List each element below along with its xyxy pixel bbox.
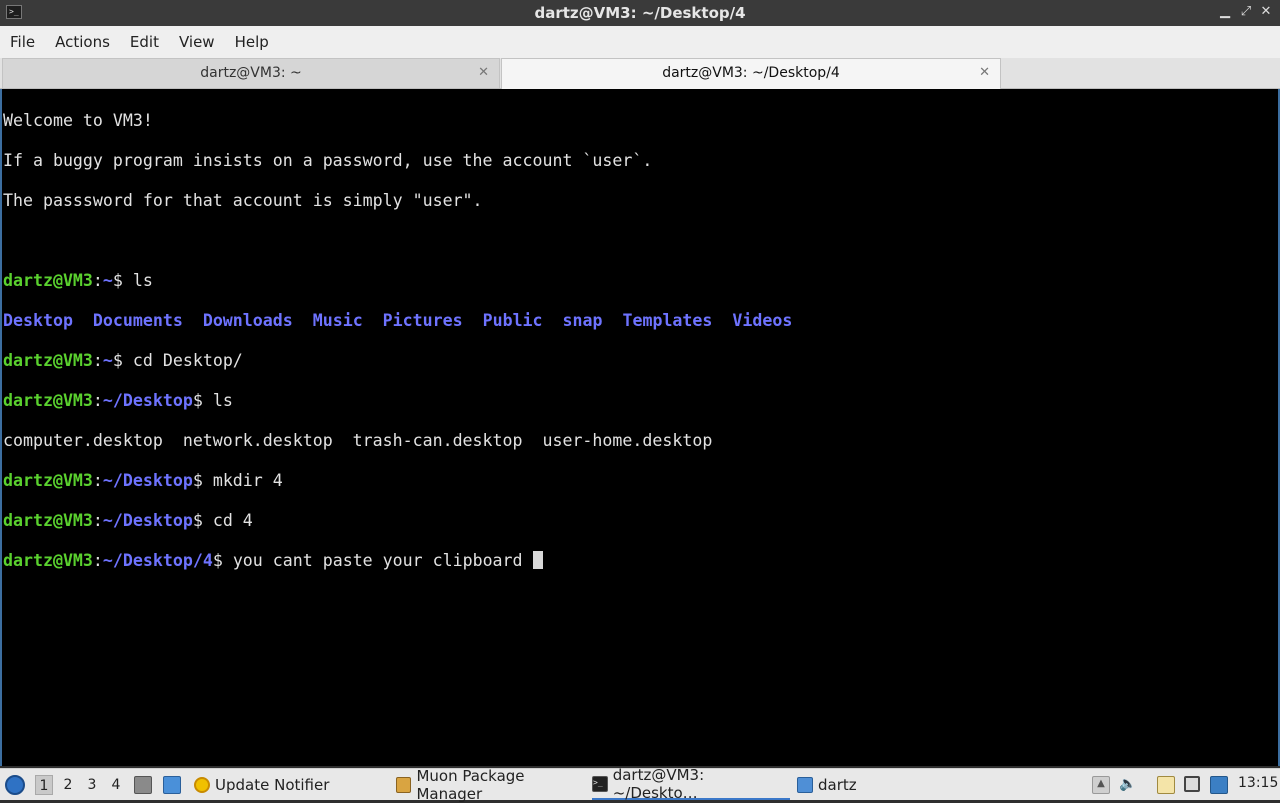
task-muon-package-manager[interactable]: Muon Package Manager (396, 766, 588, 803)
prompt-line: dartz@VM3:~/Desktop$ cd 4 (3, 511, 253, 530)
prompt-path: ~/Desktop/4 (102, 551, 213, 570)
close-icon[interactable]: ✕ (1258, 4, 1274, 19)
tab-home[interactable]: dartz@VM3: ~ ✕ (2, 58, 500, 88)
window-titlebar[interactable]: >_ dartz@VM3: ~/Desktop/4 ▁ ⤢ ✕ (0, 0, 1280, 26)
terminal-output: Welcome to VM3! If a buggy program insis… (3, 91, 792, 611)
dir-entry: Desktop (3, 311, 73, 330)
dir-entry: Pictures (382, 311, 463, 330)
task-label: Muon Package Manager (416, 766, 525, 803)
start-menu-icon[interactable] (5, 775, 25, 795)
ls-output-line: Desktop Documents Downloads Music Pictur… (3, 311, 792, 331)
terminal-line: If a buggy program insists on a password… (3, 151, 653, 170)
prompt-path: ~/Desktop (102, 471, 193, 490)
prompt-path: ~ (102, 351, 113, 370)
terminal-view[interactable]: Welcome to VM3! If a buggy program insis… (0, 89, 1280, 766)
menu-actions[interactable]: Actions (45, 33, 120, 51)
dir-entry: Templates (622, 311, 713, 330)
clock[interactable]: 13:15 (1238, 775, 1278, 791)
dir-entry: Documents (92, 311, 183, 330)
tab-label: dartz@VM3: ~ (200, 65, 302, 81)
prompt-line: dartz@VM3:~$ ls (3, 271, 153, 290)
workspace-2[interactable]: 2 (59, 775, 77, 795)
file-manager-launcher-icon[interactable] (163, 776, 181, 794)
tab-label: dartz@VM3: ~/Desktop/4 (662, 65, 840, 81)
command-input-text[interactable]: you cant paste your clipboard (233, 551, 533, 570)
command-text: mkdir 4 (212, 471, 283, 490)
update-notifier-icon (194, 776, 210, 793)
up-arrow-icon[interactable]: ▲ (1092, 776, 1110, 794)
taskbar: 1 2 3 4 Update Notifier Muon Package Man… (0, 765, 1280, 803)
command-text: ls (212, 391, 233, 410)
prompt-user: dartz@VM3 (3, 391, 93, 410)
tab-bar: dartz@VM3: ~ ✕ dartz@VM3: ~/Desktop/4 ✕ (0, 58, 1280, 89)
folder-icon (797, 776, 813, 793)
tab-close-icon[interactable]: ✕ (478, 59, 489, 87)
maximize-icon[interactable]: ⤢ (1238, 4, 1254, 19)
prompt-user: dartz@VM3 (3, 511, 93, 530)
ls-output-line: computer.desktop network.desktop trash-c… (3, 431, 713, 450)
network-icon[interactable] (1184, 776, 1200, 792)
task-update-notifier[interactable]: Update Notifier (194, 769, 390, 800)
dir-entry: Music (312, 311, 363, 330)
notification-icon[interactable] (1210, 776, 1228, 794)
menu-edit[interactable]: Edit (120, 33, 169, 51)
command-text: cd Desktop/ (132, 351, 243, 370)
prompt-user: dartz@VM3 (3, 471, 93, 490)
prompt-user: dartz@VM3 (3, 271, 93, 290)
workspace-1[interactable]: 1 (35, 775, 53, 795)
menu-help[interactable]: Help (225, 33, 279, 51)
dir-entry: Videos (732, 311, 793, 330)
prompt-line: dartz@VM3:~/Desktop/4$ you cant paste yo… (3, 551, 792, 571)
clipboard-icon[interactable] (1157, 776, 1175, 794)
workspace-3[interactable]: 3 (83, 775, 101, 795)
menu-view[interactable]: View (169, 33, 225, 51)
workspace-4[interactable]: 4 (107, 775, 125, 795)
tab-desktop-4[interactable]: dartz@VM3: ~/Desktop/4 ✕ (501, 58, 1001, 89)
package-manager-icon (396, 776, 412, 793)
prompt-line: dartz@VM3:~/Desktop$ mkdir 4 (3, 471, 283, 490)
task-terminal[interactable]: >_ dartz@VM3: ~/Deskto… (592, 765, 790, 802)
window-title: dartz@VM3: ~/Desktop/4 (534, 4, 746, 22)
tab-close-icon[interactable]: ✕ (979, 59, 990, 87)
task-label: Update Notifier (215, 775, 330, 794)
dir-entry: snap (562, 311, 603, 330)
prompt-user: dartz@VM3 (3, 551, 93, 570)
task-label: dartz@VM3: ~/Deskto… (612, 765, 705, 802)
prompt-user: dartz@VM3 (3, 351, 93, 370)
task-file-manager[interactable]: dartz (797, 769, 887, 800)
terminal-line: The passsword for that account is simply… (3, 191, 483, 210)
menubar: File Actions Edit View Help (0, 26, 1280, 58)
terminal-icon: >_ (592, 775, 608, 792)
prompt-path: ~/Desktop (102, 511, 193, 530)
show-desktop-icon[interactable] (134, 776, 152, 794)
prompt-path: ~ (102, 271, 113, 290)
minimize-icon[interactable]: ▁ (1217, 4, 1233, 19)
prompt-line: dartz@VM3:~/Desktop$ ls (3, 391, 233, 410)
dir-entry: Downloads (202, 311, 293, 330)
prompt-line: dartz@VM3:~$ cd Desktop/ (3, 351, 243, 370)
task-label: dartz (818, 775, 857, 794)
volume-icon[interactable]: 🔈 (1119, 776, 1136, 792)
command-text: cd 4 (212, 511, 253, 530)
terminal-cursor (532, 551, 543, 569)
command-text: ls (132, 271, 153, 290)
terminal-line: Welcome to VM3! (3, 111, 153, 130)
dir-entry: Public (482, 311, 543, 330)
menu-file[interactable]: File (0, 33, 45, 51)
prompt-path: ~/Desktop (102, 391, 193, 410)
